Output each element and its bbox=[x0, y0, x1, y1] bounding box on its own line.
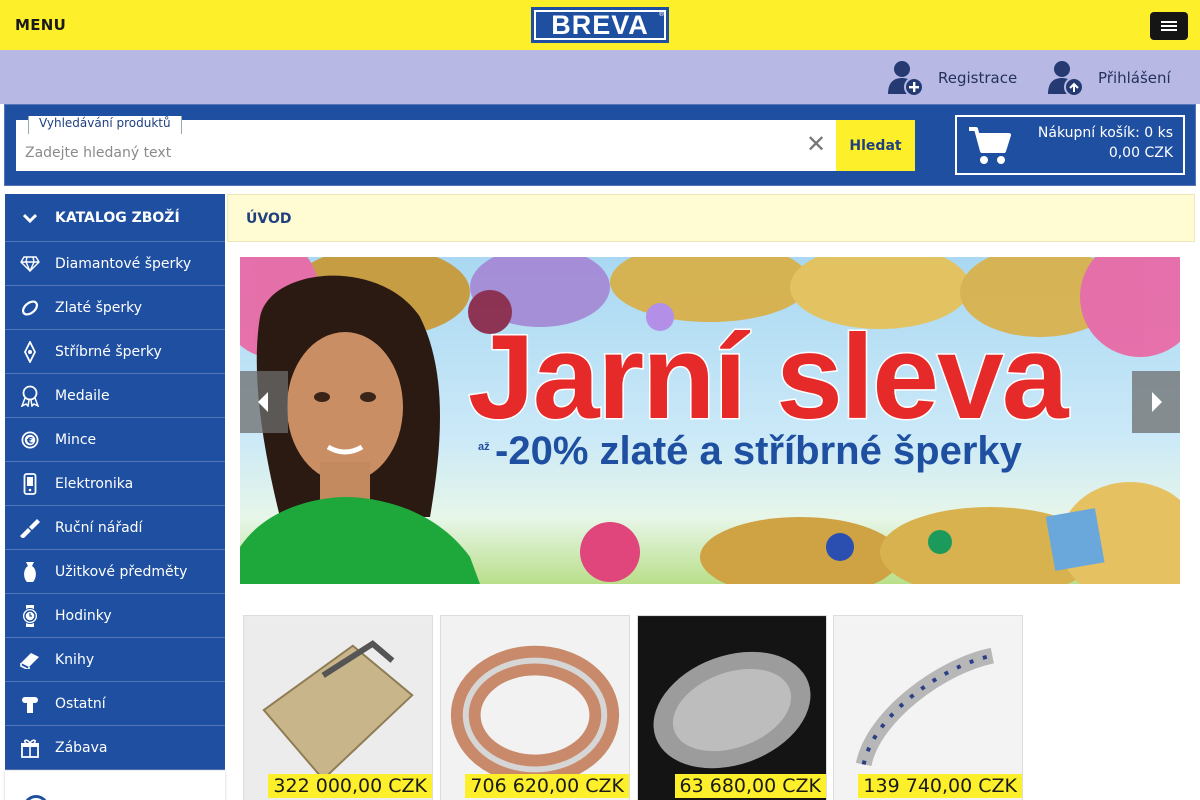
misc-icon bbox=[5, 694, 55, 714]
sidebar-item-label: Ostatní bbox=[55, 695, 106, 712]
coin-icon: € bbox=[5, 430, 55, 450]
sidebar-item-label: Stříbrné šperky bbox=[55, 343, 162, 360]
product-image bbox=[441, 616, 629, 800]
register-label: Registrace bbox=[938, 69, 1018, 87]
tool-icon bbox=[5, 518, 55, 538]
circle-icon bbox=[23, 795, 49, 800]
breva-logo[interactable]: BREVA ® bbox=[531, 7, 669, 43]
product-card[interactable]: 63 680,00 CZK bbox=[637, 615, 827, 800]
cart-icon bbox=[969, 127, 1011, 164]
sidebar-item-uzitkove-predmety[interactable]: Užitkové předměty bbox=[5, 550, 225, 594]
product-price: 63 680,00 CZK bbox=[674, 774, 826, 798]
account-bar: Registrace Přihlášení bbox=[0, 50, 1200, 104]
sidebar-item-zabava[interactable]: Zábava bbox=[5, 726, 225, 770]
banner-subtitle: -20% zlaté a stříbrné šperky bbox=[495, 429, 1022, 473]
sidebar-item-elektronika[interactable]: Elektronika bbox=[5, 462, 225, 506]
product-price: 139 740,00 CZK bbox=[858, 774, 1022, 798]
sidebar-item-label: Elektronika bbox=[55, 475, 134, 492]
register-link[interactable]: Registrace bbox=[886, 58, 1017, 98]
medal-icon bbox=[5, 385, 55, 407]
phone-icon bbox=[5, 472, 55, 495]
hamburger-menu-button[interactable] bbox=[1150, 12, 1188, 40]
product-image bbox=[638, 616, 826, 800]
sidebar-item-label: Hodinky bbox=[55, 607, 112, 624]
cart-count: Nákupní košík: 0 ks bbox=[1037, 125, 1173, 141]
search-box: Vyhledávání produktů ✕ bbox=[16, 116, 836, 171]
banner-prefix: až bbox=[478, 441, 490, 453]
slider-prev-button[interactable] bbox=[240, 371, 288, 433]
sidebar-item-mince[interactable]: € Mince bbox=[5, 418, 225, 462]
search-input[interactable] bbox=[16, 140, 796, 166]
top-bar: MENU BREVA ® bbox=[0, 0, 1200, 50]
sidebar-item-hodinky[interactable]: Hodinky bbox=[5, 594, 225, 638]
sidebar-item-stribrne-sperky[interactable]: Stříbrné šperky bbox=[5, 330, 225, 374]
user-login-icon bbox=[1048, 61, 1084, 97]
chevron-right-icon bbox=[1152, 392, 1162, 412]
chevron-down-icon bbox=[5, 213, 55, 223]
sidebar-item-rucni-naradi[interactable]: Ruční nářadí bbox=[5, 506, 225, 550]
slider-next-button[interactable] bbox=[1132, 371, 1180, 433]
sidebar-item-knihy[interactable]: Knihy bbox=[5, 638, 225, 682]
hamburger-line bbox=[1161, 21, 1177, 23]
book-icon bbox=[5, 651, 55, 669]
category-sidebar: KATALOG ZBOŽÍ Diamantové šperky Zlaté šp… bbox=[5, 194, 225, 770]
sidebar-item-label: Ruční nářadí bbox=[55, 519, 143, 536]
product-price: 706 620,00 CZK bbox=[465, 774, 629, 798]
chevron-left-icon bbox=[258, 392, 268, 412]
sidebar-item-label: Zlaté šperky bbox=[55, 299, 143, 316]
banner-title: Jarní sleva bbox=[466, 310, 1069, 444]
product-card[interactable]: 322 000,00 CZK bbox=[243, 615, 433, 800]
ring-icon bbox=[5, 298, 55, 318]
sidebar-item-medaile[interactable]: Medaile bbox=[5, 374, 225, 418]
product-card[interactable]: 139 740,00 CZK bbox=[833, 615, 1023, 800]
sidebar-item-label: Diamantové šperky bbox=[55, 255, 192, 272]
watch-icon bbox=[5, 604, 55, 627]
breadcrumb: ÚVOD bbox=[227, 194, 1195, 242]
sidebar-item-label: Užitkové předměty bbox=[55, 563, 188, 580]
product-image bbox=[834, 616, 1022, 800]
login-link[interactable]: Přihlášení bbox=[1046, 58, 1171, 98]
logo-text: BREVA bbox=[536, 12, 664, 39]
breadcrumb-home[interactable]: ÚVOD bbox=[246, 211, 291, 227]
search-legend: Vyhledávání produktů bbox=[28, 116, 182, 134]
sidebar-item-zlate-sperky[interactable]: Zlaté šperky bbox=[5, 286, 225, 330]
pendant-icon bbox=[5, 340, 55, 363]
catalog-header[interactable]: KATALOG ZBOŽÍ bbox=[5, 194, 225, 242]
gift-icon bbox=[5, 738, 55, 758]
sidebar-item-label: Mince bbox=[55, 431, 97, 448]
product-card[interactable]: 706 620,00 CZK bbox=[440, 615, 630, 800]
sidebar-item-ostatni[interactable]: Ostatní bbox=[5, 682, 225, 726]
sidebar-item-label: Zábava bbox=[55, 739, 108, 756]
clear-search-icon[interactable]: ✕ bbox=[806, 132, 826, 156]
vase-icon bbox=[5, 561, 55, 583]
menu-label[interactable]: MENU bbox=[15, 16, 66, 34]
sidebar-item-label: Knihy bbox=[55, 651, 95, 668]
hamburger-line bbox=[1161, 29, 1177, 31]
shopping-cart[interactable]: Nákupní košík: 0 ks 0,00 CZK bbox=[955, 115, 1185, 175]
svg-text:€: € bbox=[26, 436, 33, 446]
search-button[interactable]: Hledat bbox=[836, 120, 915, 171]
logo-registered-mark: ® bbox=[658, 10, 665, 18]
hamburger-line bbox=[1161, 25, 1177, 27]
product-price: 322 000,00 CZK bbox=[268, 774, 432, 798]
product-image bbox=[244, 616, 432, 800]
promo-banner[interactable]: Jarní sleva až -20% zlaté a stříbrné špe… bbox=[240, 257, 1180, 584]
sidebar-item-diamantove-sperky[interactable]: Diamantové šperky bbox=[5, 242, 225, 286]
sidebar-item-label: Medaile bbox=[55, 387, 110, 404]
catalog-header-label: KATALOG ZBOŽÍ bbox=[55, 209, 180, 226]
search-band: Vyhledávání produktů ✕ Hledat Nákupní ko… bbox=[4, 104, 1196, 186]
add-user-icon bbox=[888, 61, 924, 97]
cart-total: 0,00 CZK bbox=[1108, 145, 1173, 161]
login-label: Přihlášení bbox=[1098, 69, 1171, 87]
diamond-icon bbox=[5, 255, 55, 272]
sidebar-secondary-panel bbox=[5, 771, 225, 800]
